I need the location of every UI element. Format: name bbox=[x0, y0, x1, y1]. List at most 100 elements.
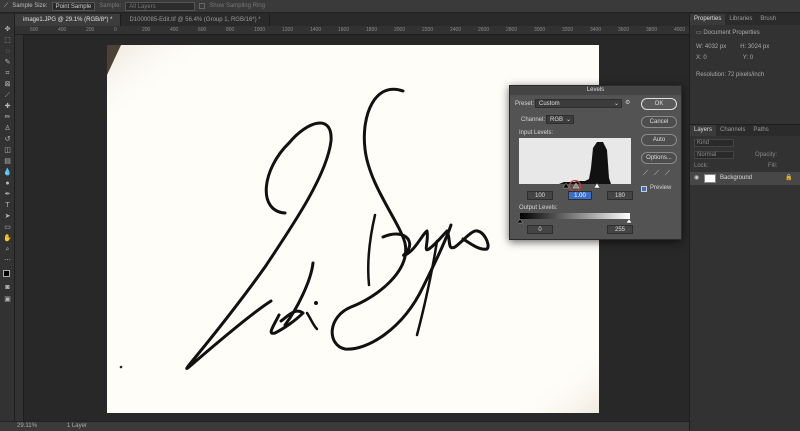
options-button[interactable]: Options... bbox=[641, 152, 677, 164]
tab-paths[interactable]: Paths bbox=[749, 125, 772, 136]
tab-channels[interactable]: Channels bbox=[716, 125, 749, 136]
fill-label: Fill: bbox=[768, 163, 778, 169]
channel-value: RGB bbox=[550, 117, 564, 123]
tab-layers[interactable]: Layers bbox=[690, 125, 717, 136]
lasso-tool-icon[interactable]: ◌ bbox=[3, 48, 12, 56]
preset-label: Preset: bbox=[515, 101, 535, 107]
preview-checkbox[interactable] bbox=[641, 186, 647, 192]
preset-select[interactable]: Custom ⌄ bbox=[535, 99, 622, 108]
tab-d1000085[interactable]: D1000085-Edit.tif @ 56.4% (Group 1, RGB/… bbox=[121, 14, 270, 26]
x-value[interactable]: X: 0 bbox=[696, 54, 707, 63]
preset-options-icon[interactable]: ⚙ bbox=[625, 99, 630, 106]
ruler-tick-label: 4000 bbox=[674, 27, 686, 33]
properties-tabs: Properties Libraries Brush bbox=[690, 14, 800, 25]
clone-stamp-icon[interactable]: ♙ bbox=[3, 125, 12, 133]
channel-select[interactable]: RGB ⌄ bbox=[546, 115, 574, 124]
input-mid-field[interactable]: 1.00 bbox=[568, 191, 592, 200]
screen-mode-icon[interactable]: ▣ bbox=[3, 296, 12, 304]
tab-image1[interactable]: image1.JPG @ 29.1% (RGB/8*) * bbox=[15, 14, 122, 26]
show-ring-checkbox[interactable] bbox=[199, 3, 206, 9]
pen-tool-icon[interactable]: ✒ bbox=[3, 191, 12, 199]
quick-select-tool-icon[interactable]: ✎ bbox=[3, 59, 12, 67]
frame-tool-icon[interactable]: ⊠ bbox=[3, 81, 12, 89]
quick-mask-icon[interactable]: ◙ bbox=[3, 284, 12, 292]
lock-label: Lock: bbox=[694, 163, 709, 169]
blend-mode-select[interactable]: Normal bbox=[694, 151, 734, 159]
output-levels-label: Output Levels: bbox=[519, 205, 558, 211]
sample-select[interactable]: All Layers bbox=[125, 1, 196, 11]
kind-filter[interactable]: Kind bbox=[694, 139, 734, 147]
ruler-tick-label: 1000 bbox=[254, 27, 266, 33]
shape-tool-icon[interactable]: ▭ bbox=[3, 224, 12, 232]
ruler-tick-label: 3200 bbox=[562, 27, 574, 33]
layer-name: Background bbox=[720, 175, 753, 181]
tab-properties[interactable]: Properties bbox=[690, 14, 726, 25]
ruler-tick-label: 2000 bbox=[394, 27, 406, 33]
ruler-tick-label: 2600 bbox=[478, 27, 490, 33]
white-eyedropper-icon[interactable]: ⟋ bbox=[665, 170, 670, 178]
brush-tool-icon[interactable]: ✏ bbox=[3, 114, 12, 122]
eraser-tool-icon[interactable]: ◫ bbox=[3, 147, 12, 155]
path-select-icon[interactable]: ➤ bbox=[3, 213, 12, 221]
ruler-tick-label: 3000 bbox=[534, 27, 546, 33]
blur-tool-icon[interactable]: 💧 bbox=[3, 169, 12, 177]
visibility-eye-icon[interactable]: ◉ bbox=[694, 174, 699, 181]
zoom-level[interactable]: 29.11% bbox=[17, 422, 37, 431]
show-ring-label: Show Sampling Ring bbox=[209, 3, 265, 9]
sample-size-label: Sample Size: bbox=[12, 3, 48, 9]
doc-props-title: Document Properties bbox=[703, 30, 760, 36]
eyedropper-icon[interactable]: ⟋ bbox=[4, 3, 8, 10]
zoom-tool-icon[interactable]: ⌕ bbox=[3, 246, 12, 254]
height-value[interactable]: H: 3024 px bbox=[740, 43, 769, 52]
right-panel: Properties Libraries Brush ▭ Document Pr… bbox=[689, 14, 800, 431]
output-sliders[interactable] bbox=[518, 219, 632, 224]
chevron-down-icon: ⌄ bbox=[565, 117, 571, 123]
ruler-tick-label: 3400 bbox=[590, 27, 602, 33]
ruler-tick-label: 600 bbox=[198, 27, 207, 33]
gradient-tool-icon[interactable]: ▤ bbox=[3, 158, 12, 166]
output-white-field[interactable]: 255 bbox=[607, 225, 633, 234]
ruler-tick-label: 2800 bbox=[506, 27, 518, 33]
history-brush-icon[interactable]: ↺ bbox=[3, 136, 12, 144]
foreground-color-swatch[interactable] bbox=[3, 270, 10, 277]
cancel-button[interactable]: Cancel bbox=[641, 116, 677, 128]
options-bar: ⟋ Sample Size: Point Sample Sample: All … bbox=[0, 0, 800, 13]
ok-button[interactable]: OK bbox=[641, 98, 677, 110]
levels-dialog: Levels Preset: Custom ⌄ ⚙ Channel: RGB ⌄… bbox=[509, 85, 682, 240]
input-black-field[interactable]: 100 bbox=[527, 191, 553, 200]
ruler-tick-label: 1600 bbox=[338, 27, 350, 33]
marquee-tool-icon[interactable]: ⬚ bbox=[3, 37, 12, 45]
horizontal-ruler: 600 400 200 0 200 400 600 800 1000 1200 1400 1600 18… bbox=[15, 26, 689, 35]
layer-count: 1 Layer bbox=[66, 423, 87, 429]
tab-brush[interactable]: Brush bbox=[756, 14, 780, 25]
ruler-tick-label: 1400 bbox=[310, 27, 322, 33]
dodge-tool-icon[interactable]: ● bbox=[3, 180, 12, 188]
more-tools-icon[interactable]: ⋯ bbox=[3, 257, 12, 265]
layer-row-background[interactable]: ◉ Background 🔒 bbox=[690, 172, 800, 185]
gray-eyedropper-icon[interactable]: ⟋ bbox=[654, 170, 659, 178]
levels-title[interactable]: Levels bbox=[510, 86, 681, 95]
input-white-field[interactable]: 180 bbox=[607, 191, 633, 200]
sample-size-select[interactable]: Point Sample bbox=[51, 1, 96, 11]
chevron-down-icon: ⌄ bbox=[613, 101, 619, 107]
tools-panel: ✥ ⬚ ◌ ✎ ⌗ ⊠ ⟋ ✚ ✏ ♙ ↺ ◫ ▤ 💧 ● ✒ T ➤ ▭ ✋ … bbox=[0, 14, 15, 421]
tab-libraries[interactable]: Libraries bbox=[725, 14, 756, 25]
opacity-label: Opacity: bbox=[755, 152, 778, 158]
size-row: W: 4032 px H: 3024 px bbox=[690, 42, 800, 53]
move-tool-icon[interactable]: ✥ bbox=[3, 26, 12, 34]
crop-tool-icon[interactable]: ⌗ bbox=[3, 70, 12, 78]
layer-thumbnail bbox=[704, 174, 716, 183]
vertical-ruler bbox=[15, 35, 24, 421]
type-tool-icon[interactable]: T bbox=[3, 202, 12, 210]
doc-props-row: ▭ Document Properties bbox=[690, 28, 800, 39]
healing-brush-icon[interactable]: ✚ bbox=[3, 103, 12, 111]
hand-tool-icon[interactable]: ✋ bbox=[3, 235, 12, 243]
preset-value: Custom bbox=[539, 101, 560, 107]
black-eyedropper-icon[interactable]: ⟋ bbox=[643, 170, 648, 178]
auto-button[interactable]: Auto bbox=[641, 134, 677, 146]
output-black-field[interactable]: 0 bbox=[527, 225, 553, 234]
y-value[interactable]: Y: 0 bbox=[743, 54, 753, 63]
eyedropper-tool-icon[interactable]: ⟋ bbox=[3, 92, 12, 100]
width-value[interactable]: W: 4032 px bbox=[696, 43, 726, 52]
sample-label: Sample: bbox=[99, 3, 122, 9]
